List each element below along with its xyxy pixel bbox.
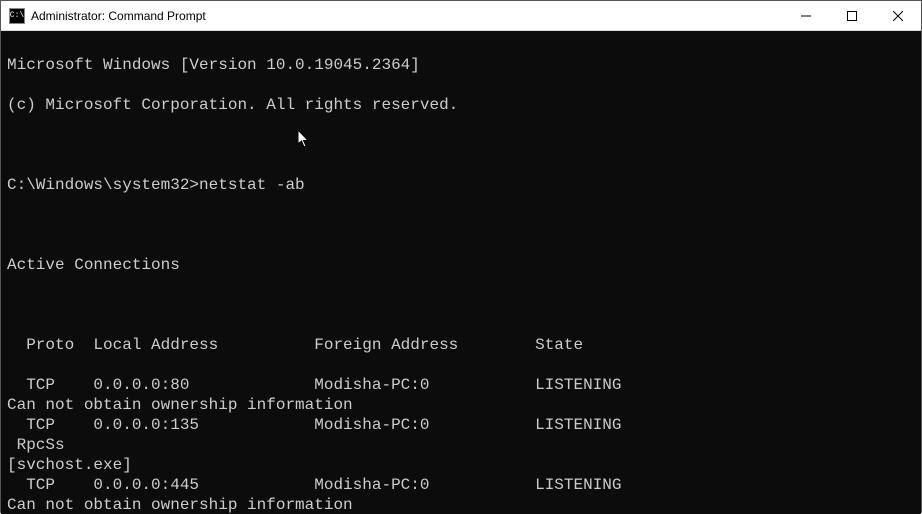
owner-line: RpcSs — [7, 435, 915, 455]
connection-row: TCP 0.0.0.0:445 Modisha-PC:0 LISTENING — [7, 475, 915, 495]
section-title: Active Connections — [7, 255, 915, 275]
connection-row: TCP 0.0.0.0:80 Modisha-PC:0 LISTENING — [7, 375, 915, 395]
blank-line — [7, 295, 915, 315]
minimize-button[interactable] — [783, 1, 829, 31]
titlebar[interactable]: C:\ Administrator: Command Prompt — [1, 1, 921, 31]
close-button[interactable] — [875, 1, 921, 31]
header-line-2: (c) Microsoft Corporation. All rights re… — [7, 95, 915, 115]
owner-line: Can not obtain ownership information — [7, 395, 915, 415]
column-headers: Proto Local Address Foreign Address Stat… — [7, 335, 915, 355]
prompt-command: netstat -ab — [199, 176, 305, 194]
window-title: Administrator: Command Prompt — [31, 9, 206, 23]
owner-line: [svchost.exe] — [7, 455, 915, 475]
prompt-line: C:\Windows\system32>netstat -ab — [7, 175, 915, 195]
connection-row: TCP 0.0.0.0:135 Modisha-PC:0 LISTENING — [7, 415, 915, 435]
owner-line: Can not obtain ownership information — [7, 495, 915, 514]
blank-line — [7, 215, 915, 235]
cmd-icon: C:\ — [9, 8, 25, 24]
prompt-path: C:\Windows\system32> — [7, 176, 199, 194]
terminal-output[interactable]: Microsoft Windows [Version 10.0.19045.23… — [1, 31, 921, 514]
blank-line — [7, 135, 915, 155]
header-line-1: Microsoft Windows [Version 10.0.19045.23… — [7, 55, 915, 75]
maximize-button[interactable] — [829, 1, 875, 31]
